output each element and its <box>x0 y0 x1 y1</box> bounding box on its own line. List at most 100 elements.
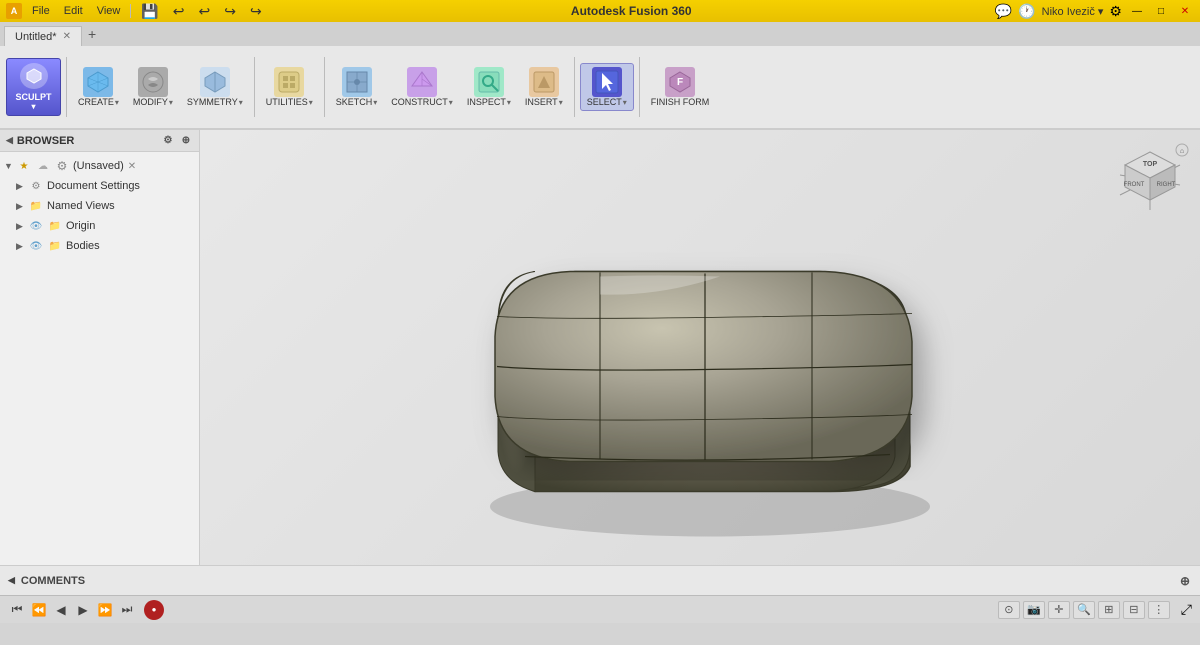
bodies-eye-icon: 👁 <box>28 238 44 254</box>
toolbar-area: Untitled* ✕ + SCULPT ▾ <box>0 22 1200 130</box>
construct-icon <box>407 67 437 97</box>
close-button[interactable]: ✕ <box>1176 4 1194 18</box>
viewport-tool-orbit[interactable]: ⊙ <box>998 601 1020 619</box>
select-tool[interactable]: SELECT ▾ <box>580 63 634 111</box>
play-prev-button[interactable]: ⏪ <box>30 601 48 619</box>
svg-text:TOP: TOP <box>1143 161 1158 168</box>
tab-title: Untitled* <box>15 31 57 43</box>
view-menu[interactable]: View <box>91 3 127 19</box>
browser-doc-settings[interactable]: ▶ ⚙ Document Settings <box>0 176 199 196</box>
symmetry-label: SYMMETRY ▾ <box>187 97 243 107</box>
svg-text:RIGHT: RIGHT <box>1157 182 1176 188</box>
origin-eye-icon: 👁 <box>28 218 44 234</box>
create-icon <box>83 67 113 97</box>
viewport-tool-display1[interactable]: ⊞ <box>1098 601 1120 619</box>
play-forward-button[interactable]: ▶ <box>74 601 92 619</box>
browser-settings-button[interactable]: ⚙ <box>161 134 175 148</box>
root-arrow: ▼ <box>4 161 16 171</box>
redo2-button[interactable]: ↪ <box>244 1 268 22</box>
doc-settings-icon: ⚙ <box>28 178 44 194</box>
undo-button[interactable]: ↩ <box>167 1 191 22</box>
symmetry-tool[interactable]: SYMMETRY ▾ <box>181 64 249 110</box>
insert-tool[interactable]: INSERT ▾ <box>519 64 569 110</box>
redo-button[interactable]: ↪ <box>218 1 242 22</box>
viewport-tool-more[interactable]: ⋮ <box>1148 601 1170 619</box>
undo2-button[interactable]: ↩ <box>193 1 217 22</box>
browser-tree: ▼ ★ ☁ ⚙ (Unsaved) ✕ ▶ ⚙ Document Setting… <box>0 152 199 565</box>
browser-header: ◀ BROWSER ⚙ ⊕ <box>0 130 199 152</box>
construct-tool[interactable]: CONSTRUCT ▾ <box>385 64 459 110</box>
browser-named-views[interactable]: ▶ 📁 Named Views <box>0 196 199 216</box>
browser-title: BROWSER <box>17 135 74 147</box>
origin-label: Origin <box>66 220 95 232</box>
save-button[interactable]: 💾 <box>135 1 164 22</box>
maximize-button[interactable]: □ <box>1152 4 1170 18</box>
new-tab-button[interactable]: + <box>82 26 102 42</box>
3d-object <box>350 146 1050 549</box>
named-views-label: Named Views <box>47 200 115 212</box>
sculpt-icon <box>20 63 48 89</box>
bodies-folder-icon: 📁 <box>47 238 63 254</box>
comments-collapse-button[interactable]: ◀ <box>8 575 15 586</box>
viewport-tool-pan[interactable]: ✛ <box>1048 601 1070 619</box>
viewport-tool-camera[interactable]: 📷 <box>1023 601 1045 619</box>
play-next-button[interactable]: ⏩ <box>96 601 114 619</box>
title-right: 💬 🕐 Niko Ivezič ▾ ⚙ — □ ✕ <box>995 3 1194 20</box>
browser-options-button[interactable]: ⊕ <box>179 134 193 148</box>
user-name[interactable]: Niko Ivezič ▾ <box>1042 5 1104 18</box>
doc-settings-label: Document Settings <box>47 180 140 192</box>
modify-tool[interactable]: MODIFY ▾ <box>127 64 179 110</box>
tab-bar: Untitled* ✕ + <box>0 22 1200 46</box>
expand-button[interactable]: ⤢ <box>1181 601 1192 618</box>
inspect-tool[interactable]: INSPECT ▾ <box>461 64 517 110</box>
play-first-button[interactable]: ⏮ <box>8 601 26 619</box>
viewport-tool-display2[interactable]: ⊟ <box>1123 601 1145 619</box>
play-last-button[interactable]: ⏭ <box>118 601 136 619</box>
menu-bar-inline: File Edit View 💾 ↩ ↩ ↪ ↪ <box>26 1 268 22</box>
browser-bodies[interactable]: ▶ 👁 📁 Bodies <box>0 236 199 256</box>
doc-settings-arrow: ▶ <box>16 181 28 192</box>
app-title: Autodesk Fusion 360 <box>571 4 692 18</box>
sketch-tool[interactable]: SKETCH ▾ <box>330 64 384 110</box>
select-icon <box>592 67 622 97</box>
root-star-icon: ★ <box>16 158 32 174</box>
finish-icon: F <box>665 67 695 97</box>
tab-close-button[interactable]: ✕ <box>63 31 71 42</box>
root-close-icon[interactable]: ✕ <box>128 161 136 172</box>
modify-label: MODIFY ▾ <box>133 97 173 107</box>
utilities-icon <box>274 67 304 97</box>
named-views-arrow: ▶ <box>16 201 28 212</box>
svg-text:⌂: ⌂ <box>1180 148 1184 155</box>
sculpt-button[interactable]: SCULPT ▾ <box>6 58 61 116</box>
utilities-tool[interactable]: UTILITIES ▾ <box>260 64 319 110</box>
comments-title: COMMENTS <box>21 575 85 587</box>
menu-sep-1 <box>130 4 131 18</box>
root-gear-icon: ⚙ <box>54 158 70 174</box>
select-label: SELECT ▾ <box>587 97 627 107</box>
viewport-tool-zoom[interactable]: 🔍 <box>1073 601 1095 619</box>
edit-menu[interactable]: Edit <box>58 3 89 19</box>
title-bar: A File Edit View 💾 ↩ ↩ ↪ ↪ Autodesk Fusi… <box>0 0 1200 22</box>
file-menu[interactable]: File <box>26 3 56 19</box>
sidebar: ◀ BROWSER ⚙ ⊕ ▼ ★ ☁ ⚙ (Unsaved) ✕ ▶ ⚙ <box>0 130 200 565</box>
origin-folder-icon: 📁 <box>47 218 63 234</box>
browser-header-icons: ⚙ ⊕ <box>161 134 193 148</box>
create-tool[interactable]: CREATE ▾ <box>72 64 125 110</box>
clock-icon[interactable]: 🕐 <box>1018 3 1035 20</box>
finish-form-tool[interactable]: F FINISH FORM <box>645 64 716 110</box>
comments-options-button[interactable]: ⊕ <box>1178 574 1192 588</box>
app-logo: A <box>6 3 22 19</box>
browser-root-item[interactable]: ▼ ★ ☁ ⚙ (Unsaved) ✕ <box>0 156 199 176</box>
minimize-button[interactable]: — <box>1128 4 1146 18</box>
utilities-label: UTILITIES ▾ <box>266 97 313 107</box>
browser-origin[interactable]: ▶ 👁 📁 Origin <box>0 216 199 236</box>
play-back-button[interactable]: ◀ <box>52 601 70 619</box>
record-button[interactable]: ● <box>144 600 164 620</box>
document-tab[interactable]: Untitled* ✕ <box>4 26 82 46</box>
chat-icon[interactable]: 💬 <box>995 3 1012 20</box>
3d-viewport[interactable]: TOP FRONT RIGHT ⌂ <box>200 130 1200 565</box>
settings-icon[interactable]: ⚙ <box>1109 3 1122 20</box>
toolbar-separator-2 <box>254 57 255 117</box>
browser-collapse-button[interactable]: ◀ <box>6 135 13 146</box>
viewcube[interactable]: TOP FRONT RIGHT ⌂ <box>1110 140 1190 220</box>
